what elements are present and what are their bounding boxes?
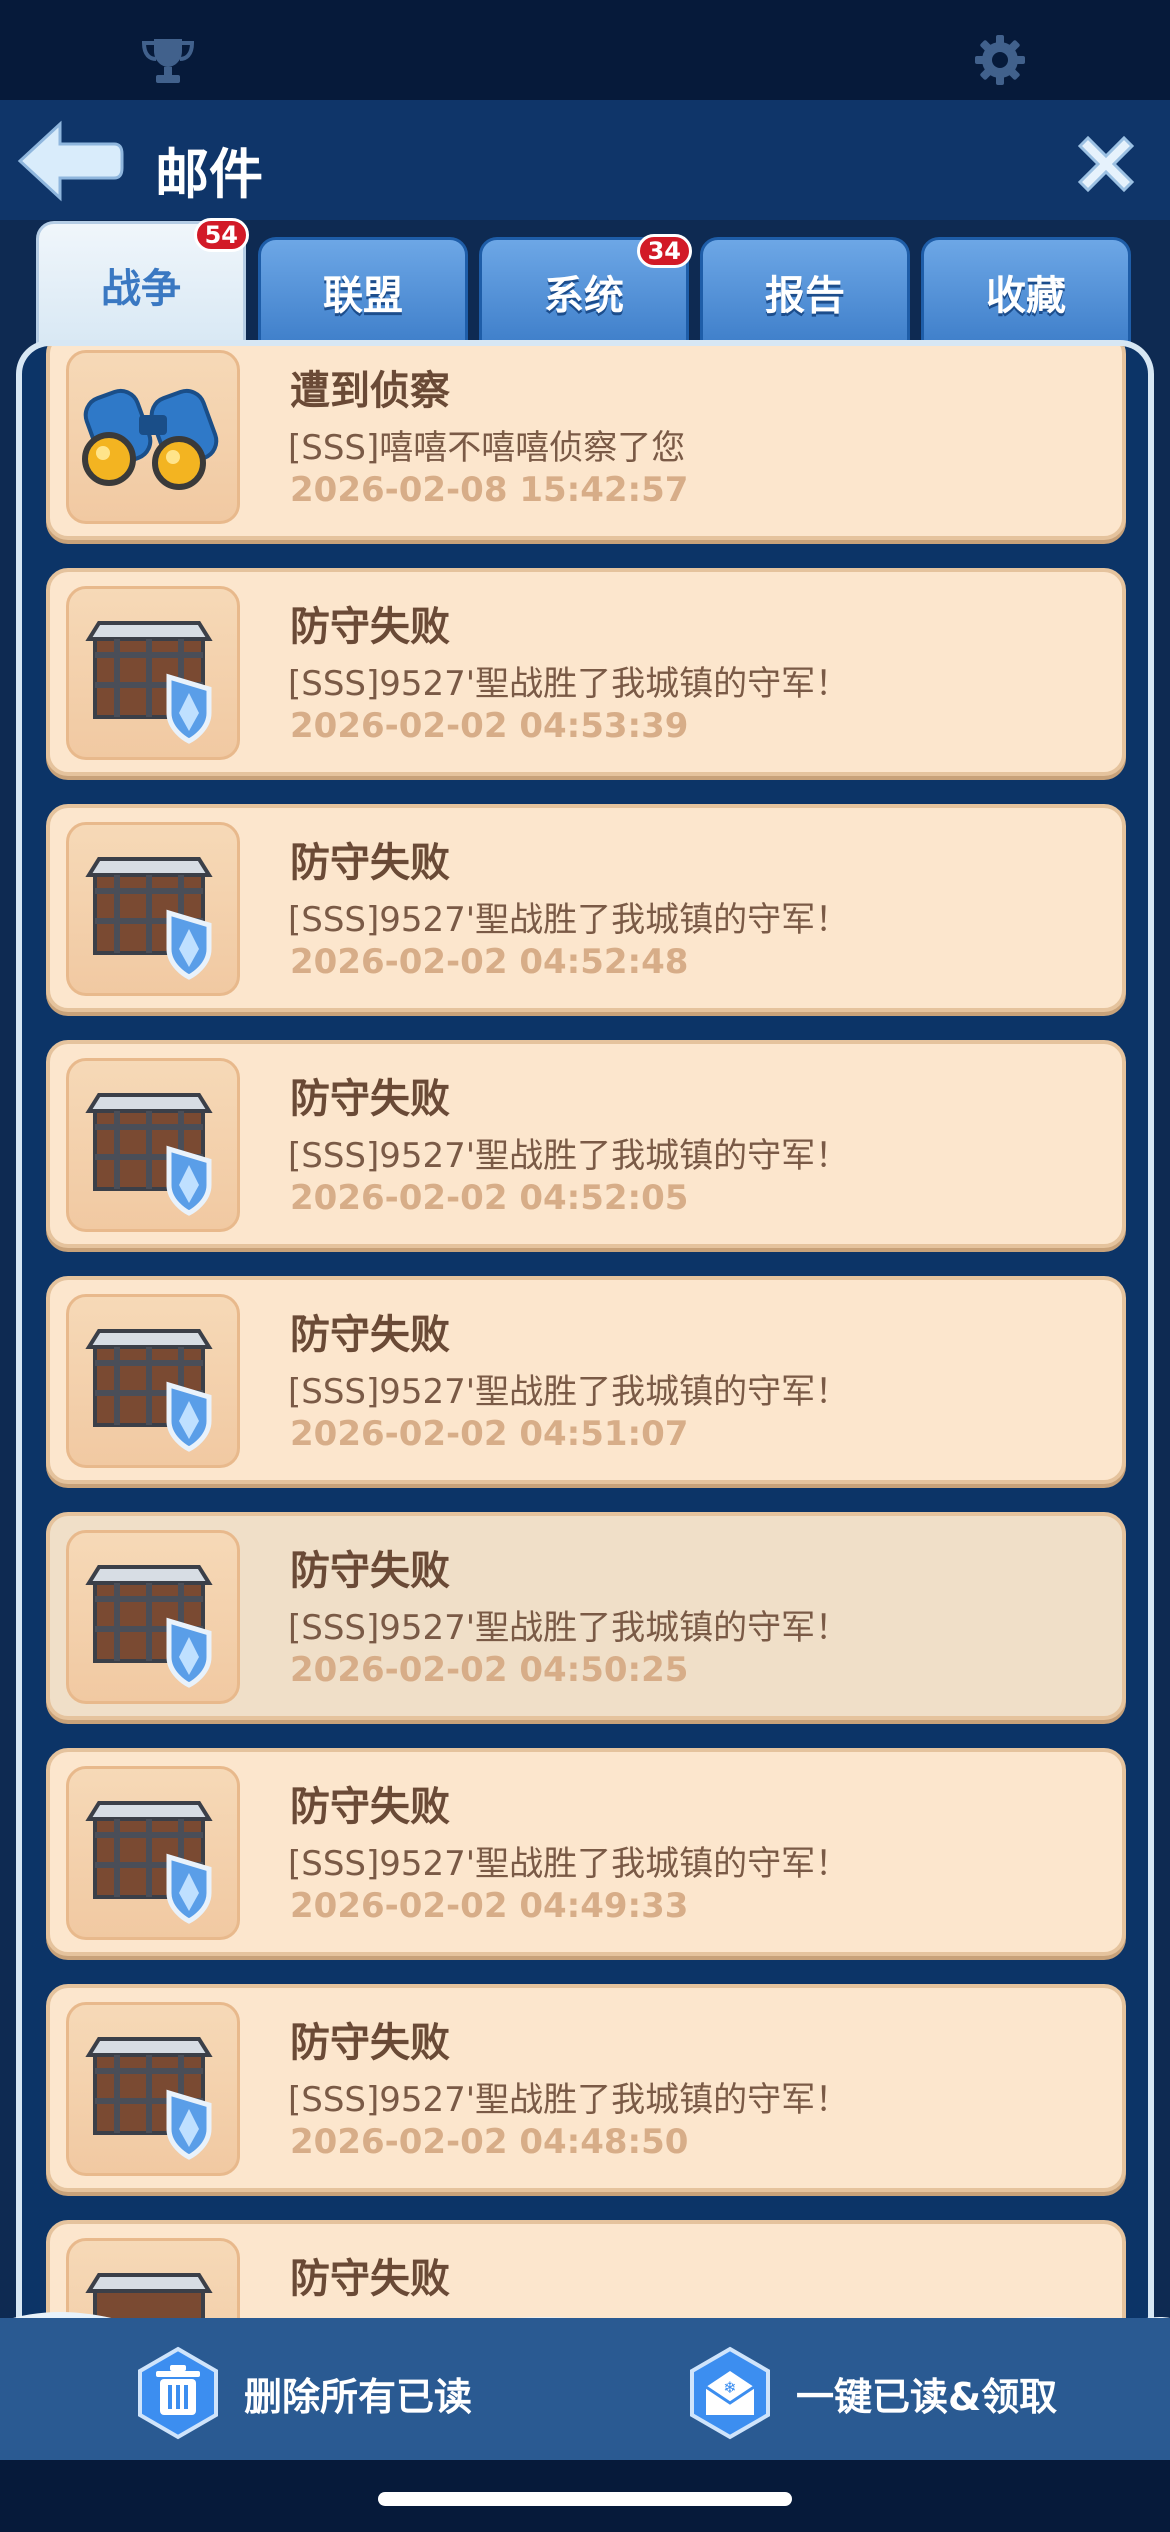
gear-icon[interactable]: [970, 30, 1030, 90]
mail-subject: 防守失败: [290, 1784, 450, 1830]
tab-alliance[interactable]: 联盟: [258, 237, 468, 347]
mail-tabs: 战争 54 联盟 系统 34 报告 收藏: [0, 215, 1170, 349]
binoculars-icon: [66, 350, 240, 524]
mail-list: 遭到侦察 [SSS]嘻嘻不嘻嘻侦察了您 2026-02-08 15:42:57 …: [46, 346, 1126, 2340]
mail-body: [SSS]9527'聖战胜了我城镇的守军！: [288, 900, 850, 940]
mail-subject: 防守失败: [290, 1076, 450, 1122]
mail-list-panel[interactable]: 遭到侦察 [SSS]嘻嘻不嘻嘻侦察了您 2026-02-08 15:42:57 …: [16, 340, 1154, 2340]
mail-item[interactable]: 防守失败 [SSS]9527'聖战胜了我城镇的守军！ 2026-02-02 04…: [46, 1748, 1126, 1956]
back-arrow-icon: [17, 120, 124, 202]
mail-time: 2026-02-02 04:48:50: [290, 2122, 689, 2162]
tab-label: 系统: [544, 273, 624, 319]
mail-item[interactable]: 遭到侦察 [SSS]嘻嘻不嘻嘻侦察了您 2026-02-08 15:42:57: [46, 346, 1126, 540]
mail-time: 2026-02-02 04:50:25: [290, 1650, 689, 1690]
mail-body: [SSS]9527'聖战胜了我城镇的守军！: [288, 1136, 850, 1176]
mail-item[interactable]: 防守失败 [SSS]9527'聖战胜了我城镇的守军！ 2026-02-02 04…: [46, 568, 1126, 776]
mail-body: [SSS]9527'聖战胜了我城镇的守军！: [288, 1372, 850, 1412]
mail-time: 2026-02-02 04:52:05: [290, 1178, 689, 1218]
mail-item[interactable]: 防守失败 [SSS]9527'聖战胜了我城镇的守军！ 2026-02-02 04…: [46, 1040, 1126, 1248]
envelope-icon: ❄: [690, 2346, 770, 2440]
svg-text:❄: ❄: [723, 2378, 736, 2397]
fortress-shield-icon: [66, 586, 240, 760]
mail-item[interactable]: 防守失败 [SSS]9527'聖战胜了我城镇的守军！ 2026-02-02 04…: [46, 804, 1126, 1012]
fortress-shield-icon: [66, 822, 240, 996]
mail-time: 2026-02-02 04:52:48: [290, 942, 689, 982]
mail-item[interactable]: 防守失败 [SSS]9527'聖战胜了我城镇的守军！ 2026-02-02 04…: [46, 1984, 1126, 2192]
mail-body: [SSS]9527'聖战胜了我城镇的守军！: [288, 1608, 850, 1648]
mail-time: 2026-02-02 04:51:07: [290, 1414, 689, 1454]
delete-all-read-label: 删除所有已读: [244, 2374, 473, 2419]
mail-item[interactable]: 防守失败 [SSS]9527'聖战胜了我城镇的守军！ 2026-02-02 04…: [46, 1512, 1126, 1720]
home-indicator[interactable]: [378, 2492, 792, 2506]
tab-favorites[interactable]: 收藏: [921, 237, 1131, 347]
mail-body: [SSS]9527'聖战胜了我城镇的守军！: [288, 2080, 850, 2120]
trash-icon: [138, 2346, 218, 2440]
mail-subject: 防守失败: [290, 2256, 450, 2302]
mail-subject: 防守失败: [290, 840, 450, 886]
mail-time: 2026-02-02 04:53:39: [290, 706, 689, 746]
trophy-icon[interactable]: [138, 30, 198, 90]
close-button[interactable]: [1070, 128, 1142, 200]
mail-subject: 防守失败: [290, 1312, 450, 1358]
status-top-bar: [0, 0, 1170, 100]
fortress-shield-icon: [66, 2002, 240, 2176]
tab-label: 联盟: [323, 273, 403, 319]
delete-all-read-button[interactable]: 删除所有已读: [130, 2346, 473, 2440]
mail-body: [SSS]9527'聖战胜了我城镇的守军！: [288, 1844, 850, 1884]
tab-war[interactable]: 战争 54: [36, 218, 249, 349]
fortress-shield-icon: [66, 1294, 240, 1468]
mail-header: 邮件: [0, 100, 1170, 220]
mail-subject: 防守失败: [290, 604, 450, 650]
tab-system[interactable]: 系统 34: [479, 234, 692, 347]
mail-body: [SSS]嘻嘻不嘻嘻侦察了您: [288, 428, 686, 468]
mail-item[interactable]: 防守失败 [SSS]9527'聖战胜了我城镇的守军！ 2026-02-02 04…: [46, 1276, 1126, 1484]
bottom-action-bar: 删除所有已读 ❄ 一键已读&领取: [0, 2318, 1170, 2460]
back-button[interactable]: [14, 116, 124, 206]
tab-label: 收藏: [986, 273, 1066, 319]
read-all-claim-label: 一键已读&领取: [796, 2374, 1058, 2419]
page-title: 邮件: [155, 143, 263, 206]
unread-badge: 54: [193, 218, 249, 252]
mail-time: 2026-02-08 15:42:57: [290, 470, 689, 510]
mail-subject: 防守失败: [290, 1548, 450, 1594]
fortress-shield-icon: [66, 1058, 240, 1232]
tab-label: 战争: [101, 266, 181, 312]
mail-subject: 防守失败: [290, 2020, 450, 2066]
unread-badge: 34: [636, 234, 692, 268]
mail-subject: 遭到侦察: [290, 368, 450, 414]
mail-time: 2026-02-02 04:49:33: [290, 1886, 689, 1926]
close-icon: [1077, 135, 1135, 193]
read-all-claim-button[interactable]: ❄ 一键已读&领取: [682, 2346, 1058, 2440]
fortress-shield-icon: [66, 1530, 240, 1704]
tab-label: 报告: [765, 273, 845, 319]
fortress-shield-icon: [66, 1766, 240, 1940]
tab-report[interactable]: 报告: [700, 237, 910, 347]
mail-body: [SSS]9527'聖战胜了我城镇的守军！: [288, 664, 850, 704]
